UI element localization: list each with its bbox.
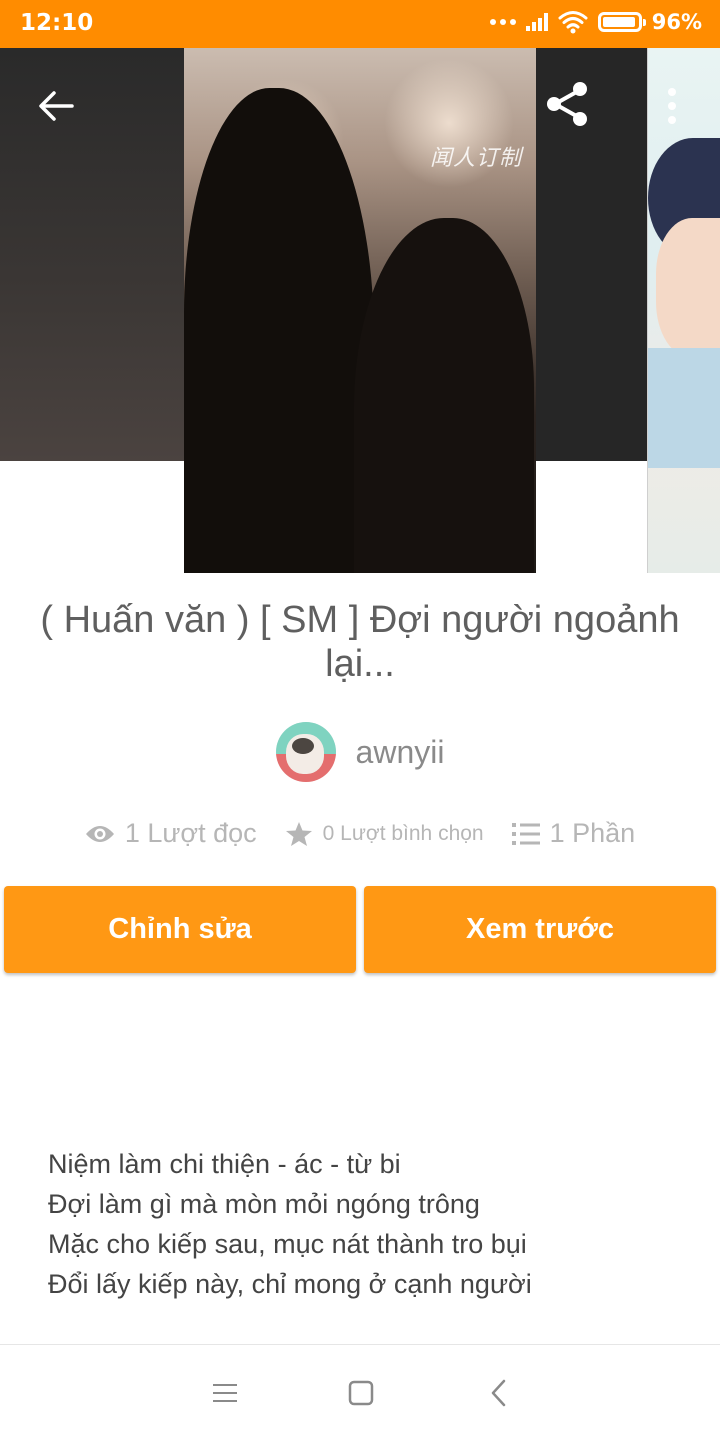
reads-count: 1 Lượt đọc bbox=[124, 818, 257, 848]
system-nav-bar bbox=[0, 1344, 720, 1440]
back-button[interactable] bbox=[30, 80, 82, 132]
parts-stat: 1 Phần bbox=[511, 818, 636, 849]
square-home-icon bbox=[348, 1380, 374, 1406]
edit-button[interactable]: Chỉnh sửa bbox=[4, 886, 356, 973]
more-options-button[interactable] bbox=[656, 80, 688, 132]
parts-count: 1 Phần bbox=[549, 818, 636, 848]
cover-calligraphy: 闻人订制 bbox=[429, 146, 522, 171]
eye-icon bbox=[85, 825, 114, 842]
author-avatar[interactable] bbox=[275, 722, 336, 782]
system-back-button[interactable] bbox=[479, 1373, 519, 1413]
chevron-left-icon bbox=[491, 1379, 506, 1407]
share-button[interactable] bbox=[540, 76, 596, 132]
votes-stat: 0 Lượt bình chọn bbox=[285, 821, 484, 847]
arrow-left-icon bbox=[39, 91, 74, 121]
story-details-screen: 12:10 96% 闻人订制 (Huấn văn) [SM] Đợi n… bbox=[0, 0, 720, 1440]
description-line: Niệm làm chi thiện - ác - từ bi bbox=[48, 1149, 401, 1179]
cover-carousel[interactable]: 闻人订制 bbox=[0, 48, 720, 573]
status-bar: 12:10 96% bbox=[0, 0, 720, 48]
list-icon bbox=[511, 822, 540, 845]
story-cover-image[interactable]: 闻人订制 bbox=[184, 48, 536, 573]
status-time: 12:10 bbox=[20, 10, 94, 36]
menu-icon bbox=[213, 1384, 237, 1402]
status-icons: 96% bbox=[489, 10, 702, 34]
preview-button[interactable]: Xem trước bbox=[364, 886, 716, 973]
previous-cover[interactable] bbox=[0, 48, 184, 461]
battery-fill bbox=[602, 17, 636, 27]
share-icon bbox=[547, 82, 587, 126]
recent-apps-button[interactable] bbox=[205, 1373, 245, 1413]
description-line: Mặc cho kiếp sau, mục nát thành tro bụi bbox=[48, 1229, 527, 1259]
more-vertical-icon bbox=[668, 88, 676, 124]
description-line: Đợi làm gì mà mòn mỏi ngóng trông bbox=[48, 1189, 480, 1219]
author-row[interactable]: awnyii bbox=[0, 722, 720, 782]
description-line: Đổi lấy kiếp này, chỉ mong ở cạnh người bbox=[48, 1269, 532, 1299]
wifi-icon bbox=[558, 11, 588, 34]
story-description: Niệm làm chi thiện - ác - từ bi Đợi làm … bbox=[48, 1144, 688, 1304]
signal-icon bbox=[525, 13, 548, 31]
battery-icon bbox=[597, 12, 646, 32]
battery-percent: 96% bbox=[651, 10, 702, 34]
votes-count: 0 Lượt bình chọn bbox=[322, 821, 484, 845]
author-name[interactable]: awnyii bbox=[356, 734, 445, 771]
reads-stat: 1 Lượt đọc bbox=[85, 818, 257, 849]
star-icon bbox=[285, 821, 312, 846]
story-stats: 1 Lượt đọc 0 Lượt bình chọn 1 Phần bbox=[0, 818, 720, 849]
story-title: ( Huấn văn ) [ SM ] Đợi người ngoảnh lại… bbox=[40, 599, 680, 685]
home-button[interactable] bbox=[341, 1373, 381, 1413]
notification-dots-icon bbox=[489, 19, 516, 25]
